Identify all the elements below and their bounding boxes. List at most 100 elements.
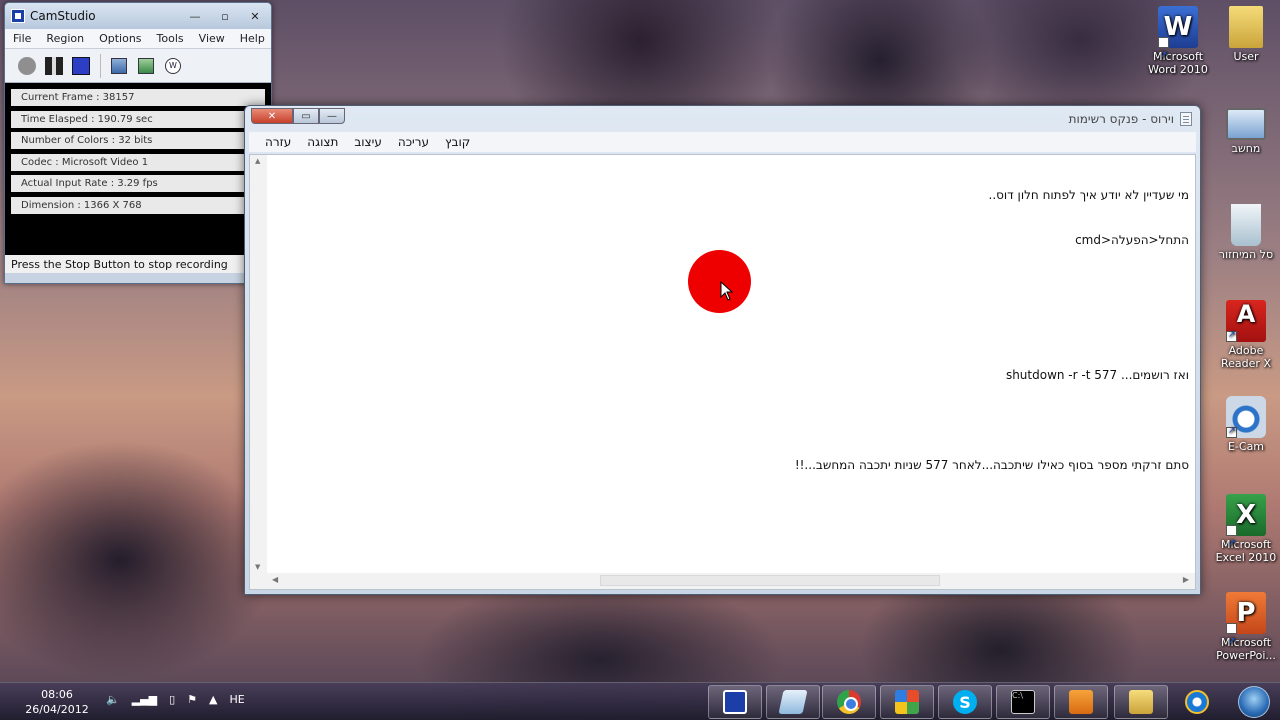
- notepad-menubar: קובץ עריכה עיצוב תצוגה עזרה: [249, 132, 1196, 152]
- mouse-cursor-icon: [720, 281, 734, 301]
- taskbar-camstudio[interactable]: [708, 685, 762, 719]
- camstudio-window[interactable]: CamStudio — ▫ ✕ File Region Options Tool…: [4, 2, 272, 284]
- menu-file[interactable]: File: [13, 32, 31, 45]
- info-dimension: Dimension : 1366 X 768: [11, 196, 265, 214]
- taskbar-media-player[interactable]: [1054, 685, 1108, 719]
- desktop-icon-label: Microsoft Excel 2010: [1215, 538, 1277, 564]
- menu-help-he[interactable]: עזרה: [265, 135, 291, 149]
- show-hidden-icons-icon[interactable]: ▲: [209, 693, 217, 706]
- clock-time: 08:06: [41, 688, 73, 701]
- language-indicator[interactable]: HE: [230, 693, 245, 706]
- swf-button[interactable]: W: [163, 56, 183, 76]
- taskbar-chrome[interactable]: [822, 685, 876, 719]
- menu-region[interactable]: Region: [46, 32, 84, 45]
- ecam-icon: [1226, 396, 1266, 438]
- info-codec: Codec : Microsoft Video 1: [11, 153, 265, 171]
- desktop-icon-word[interactable]: W Microsoft Word 2010: [1140, 6, 1216, 77]
- maximize-button[interactable]: ▫: [211, 7, 239, 25]
- desktop-icon-label: Adobe Reader X: [1221, 344, 1271, 370]
- media-player-icon: [1069, 690, 1093, 714]
- taskbar-skype[interactable]: S: [938, 685, 992, 719]
- minimize-button[interactable]: —: [181, 7, 209, 25]
- horizontal-scrollbar[interactable]: ◀ ▶: [250, 573, 1195, 589]
- camstudio-menubar: File Region Options Tools View Help: [5, 29, 271, 49]
- taskbar-clock[interactable]: 08:06 26/04/2012: [20, 687, 94, 717]
- powerpoint-icon: P: [1226, 592, 1266, 663]
- taskbar-windows-media[interactable]: [880, 685, 934, 719]
- desktop-icon-label: Microsoft PowerPoi...: [1216, 636, 1276, 662]
- text-line: [289, 323, 1189, 338]
- taskbar-notepad[interactable]: [766, 685, 820, 719]
- desktop-icon-adobe-reader[interactable]: Adobe Reader X: [1208, 300, 1280, 370]
- taskbar: 08:06 26/04/2012 🔈 ▂▄▆ ▯ ⚑ ▲ HE S C:\: [0, 682, 1280, 720]
- menu-view-he[interactable]: תצוגה: [307, 135, 338, 149]
- battery-icon[interactable]: ▯: [169, 693, 175, 706]
- desktop-icon-excel[interactable]: X Microsoft Excel 2010: [1208, 494, 1280, 565]
- start-button[interactable]: [1238, 686, 1270, 718]
- pause-button[interactable]: [44, 56, 64, 76]
- volume-icon[interactable]: 🔈: [106, 693, 120, 706]
- scroll-down-icon[interactable]: ▼: [255, 563, 260, 571]
- notepad-text-area[interactable]: ▲ ▼ ◀ ▶ מי שעדיין לא יודע איך לפתוח חלון…: [249, 154, 1196, 590]
- computer-icon: [1226, 108, 1266, 140]
- menu-edit-he[interactable]: עריכה: [398, 135, 429, 149]
- folder-icon: [1229, 6, 1263, 48]
- desktop-icon-ecam[interactable]: E-Cam: [1208, 396, 1280, 453]
- desktop-icon-label: User: [1233, 50, 1259, 63]
- recording-info-panel: Current Frame : 38157 Time Elasped : 190…: [5, 83, 271, 255]
- record-icon: [18, 56, 36, 75]
- desktop-icon-label: סל המיחזור: [1218, 248, 1274, 261]
- clock-date: 26/04/2012: [25, 703, 89, 716]
- toolbar-separator: [100, 53, 101, 78]
- notepad-maximize-button[interactable]: ▭: [293, 108, 319, 124]
- folder-icon: [1129, 690, 1153, 714]
- desktop-icon-label: מחשב: [1231, 142, 1261, 155]
- scroll-up-icon[interactable]: ▲: [255, 157, 260, 165]
- network-icon[interactable]: ▂▄▆: [132, 693, 157, 706]
- notepad-titlebar[interactable]: ✕ ▭ — וירוס - פנקס רשימות: [245, 106, 1200, 132]
- cmd-icon: C:\: [1011, 690, 1035, 714]
- desktop-icon-computer[interactable]: מחשב: [1208, 108, 1280, 155]
- record-button[interactable]: [17, 56, 37, 76]
- menu-options[interactable]: Options: [99, 32, 141, 45]
- action-center-icon[interactable]: ⚑: [187, 693, 197, 706]
- camstudio-titlebar[interactable]: CamStudio — ▫ ✕: [5, 3, 271, 29]
- camstudio-title: CamStudio: [30, 9, 96, 23]
- notepad-icon: [778, 690, 808, 714]
- stop-icon: [72, 56, 90, 75]
- annotation-button[interactable]: [109, 56, 129, 76]
- taskbar-internet-explorer[interactable]: [1170, 685, 1224, 719]
- menu-file-he[interactable]: קובץ: [445, 135, 470, 149]
- close-button[interactable]: ✕: [241, 7, 269, 25]
- vertical-scrollbar[interactable]: ▲ ▼: [250, 155, 267, 573]
- scroll-right-icon[interactable]: ▶: [1183, 575, 1189, 584]
- camstudio-statusbar: Press the Stop Button to stop recording: [5, 255, 271, 273]
- text-line: התחל<הפעלה<cmd: [1075, 233, 1189, 247]
- taskbar-cmd[interactable]: C:\: [996, 685, 1050, 719]
- menu-help[interactable]: Help: [240, 32, 265, 45]
- menu-tools[interactable]: Tools: [157, 32, 184, 45]
- skype-icon: S: [953, 690, 977, 714]
- taskbar-explorer[interactable]: [1114, 685, 1168, 719]
- notepad-window[interactable]: ✕ ▭ — וירוס - פנקס רשימות קובץ עריכה עיצ…: [244, 105, 1201, 595]
- desktop-icon-recycle-bin[interactable]: סל המיחזור: [1208, 204, 1280, 261]
- menu-view[interactable]: View: [199, 32, 225, 45]
- info-time-elapsed: Time Elasped : 190.79 sec: [11, 110, 265, 128]
- options-icon: [138, 57, 154, 74]
- horizontal-scroll-thumb[interactable]: [600, 575, 940, 586]
- recycle-bin-icon: [1231, 204, 1261, 246]
- desktop-icon-label: E-Cam: [1227, 440, 1265, 453]
- options-button[interactable]: [136, 56, 156, 76]
- menu-format-he[interactable]: עיצוב: [354, 135, 382, 149]
- desktop-icon-powerpoint[interactable]: P Microsoft PowerPoi...: [1208, 592, 1280, 663]
- info-number-of-colors: Number of Colors : 32 bits: [11, 132, 265, 150]
- desktop-icon-user[interactable]: User: [1208, 6, 1280, 63]
- notepad-minimize-button[interactable]: —: [319, 108, 345, 124]
- scroll-left-icon[interactable]: ◀: [272, 575, 278, 584]
- stop-button[interactable]: [71, 56, 91, 76]
- info-current-frame: Current Frame : 38157: [11, 89, 265, 106]
- excel-icon: X: [1226, 494, 1266, 565]
- camstudio-toolbar: W: [5, 49, 271, 83]
- notepad-close-button[interactable]: ✕: [251, 108, 293, 124]
- camstudio-app-icon: [11, 9, 25, 23]
